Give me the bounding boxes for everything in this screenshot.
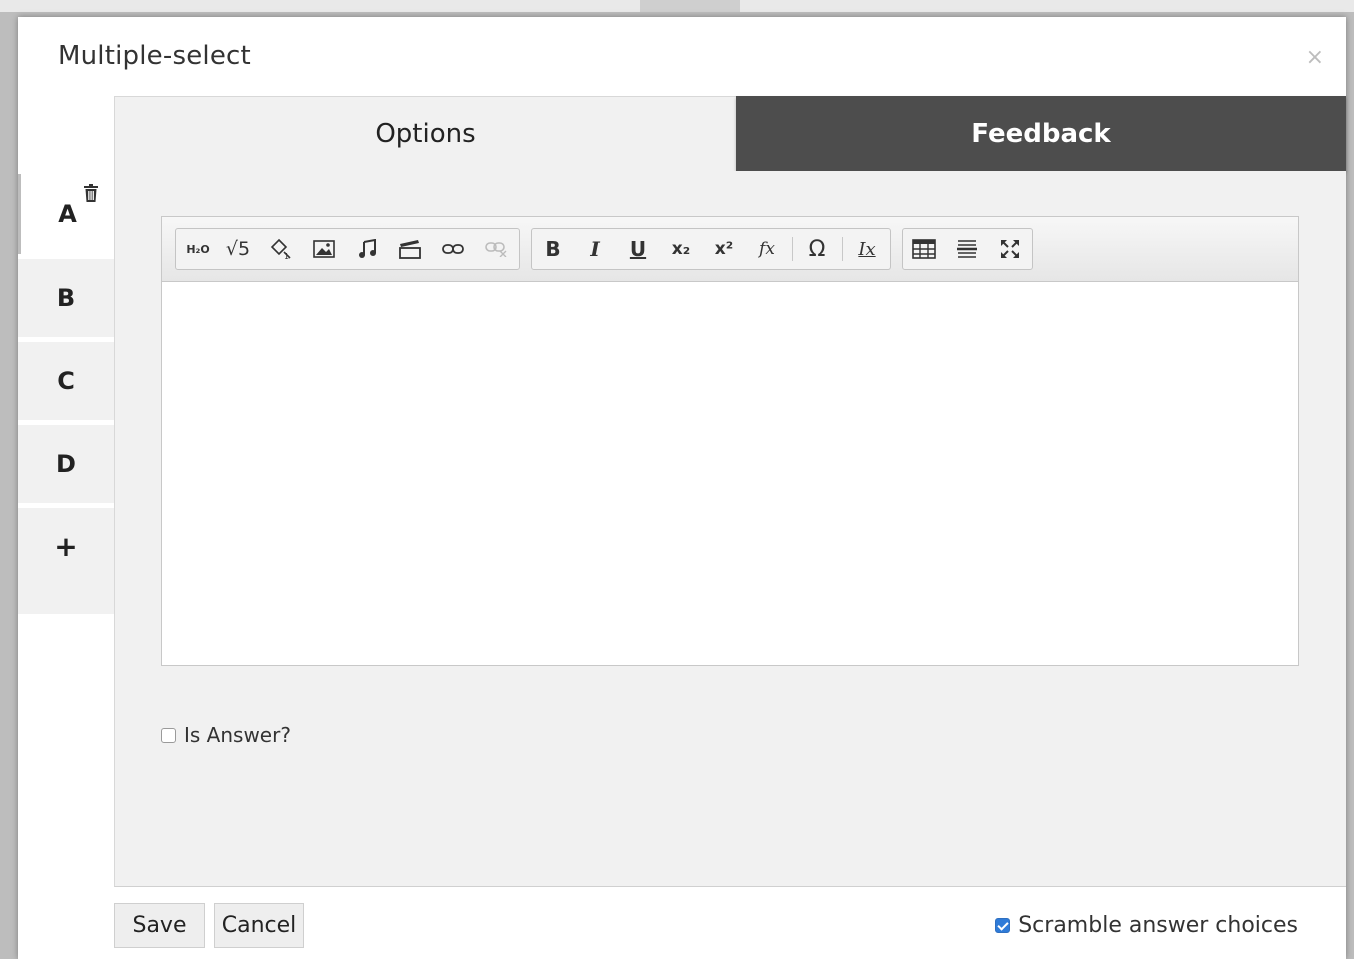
underline-button[interactable]: U [625, 237, 651, 261]
editor-content-area[interactable] [162, 282, 1298, 665]
toolbar-separator [842, 237, 843, 261]
dialog-title: Multiple-select [58, 41, 251, 71]
audio-icon[interactable] [354, 237, 380, 261]
choice-label: A [58, 200, 77, 228]
is-answer-row: Is Answer? [161, 723, 291, 747]
chemistry-button[interactable]: H₂O [182, 237, 214, 261]
table-icon[interactable] [911, 237, 937, 261]
toolbar-separator [792, 237, 793, 261]
svg-text:1: 1 [284, 252, 289, 260]
unlink-icon[interactable] [483, 237, 509, 261]
remove-format-button[interactable]: Ix [854, 237, 880, 261]
link-icon[interactable] [440, 237, 466, 261]
is-answer-checkbox[interactable] [161, 727, 176, 743]
image-icon[interactable] [311, 237, 337, 261]
rich-text-editor: H₂O √5 1 B I U x₂ x² fx Ω Ix [161, 216, 1299, 666]
scramble-checkbox[interactable] [995, 918, 1011, 933]
page-topbar [0, 0, 1354, 12]
is-answer-label: Is Answer? [184, 723, 291, 747]
toolbar-group-insert: H₂O √5 1 [175, 228, 520, 270]
topbar-segment [640, 0, 740, 12]
horizontal-rule-icon[interactable] [954, 237, 980, 261]
superscript-button[interactable]: x² [711, 237, 737, 261]
formula-button[interactable]: fx [754, 237, 780, 261]
choice-tab-a[interactable]: A [18, 174, 114, 254]
editor-toolbar: H₂O √5 1 B I U x₂ x² fx Ω Ix [162, 217, 1298, 282]
toolbar-group-format: B I U x₂ x² fx Ω Ix [531, 228, 891, 270]
add-choice-button[interactable]: + [18, 506, 114, 614]
cancel-button[interactable]: Cancel [214, 903, 304, 948]
toolbar-group-layout [902, 228, 1033, 270]
math-sqrt-button[interactable]: √5 [222, 237, 254, 261]
choice-tab-d[interactable]: D [18, 423, 114, 503]
shape-icon[interactable]: 1 [268, 237, 294, 261]
save-button[interactable]: Save [114, 903, 205, 948]
tab-feedback[interactable]: Feedback [736, 96, 1346, 171]
bold-button[interactable]: B [540, 237, 566, 261]
special-character-button[interactable]: Ω [804, 237, 830, 262]
subscript-button[interactable]: x₂ [668, 237, 694, 261]
italic-button[interactable]: I [582, 237, 608, 261]
choice-tab-b[interactable]: B [18, 257, 114, 337]
scramble-label: Scramble answer choices [1018, 913, 1298, 938]
video-icon[interactable] [397, 237, 423, 261]
scramble-row: Scramble answer choices [995, 913, 1298, 938]
trash-icon[interactable] [83, 184, 99, 202]
choice-tab-c[interactable]: C [18, 340, 114, 420]
close-icon[interactable]: × [1306, 47, 1324, 69]
maximize-icon[interactable] [997, 237, 1023, 261]
multiple-select-dialog: Multiple-select × Options Feedback A B C… [18, 17, 1346, 959]
tab-options[interactable]: Options [114, 96, 736, 171]
